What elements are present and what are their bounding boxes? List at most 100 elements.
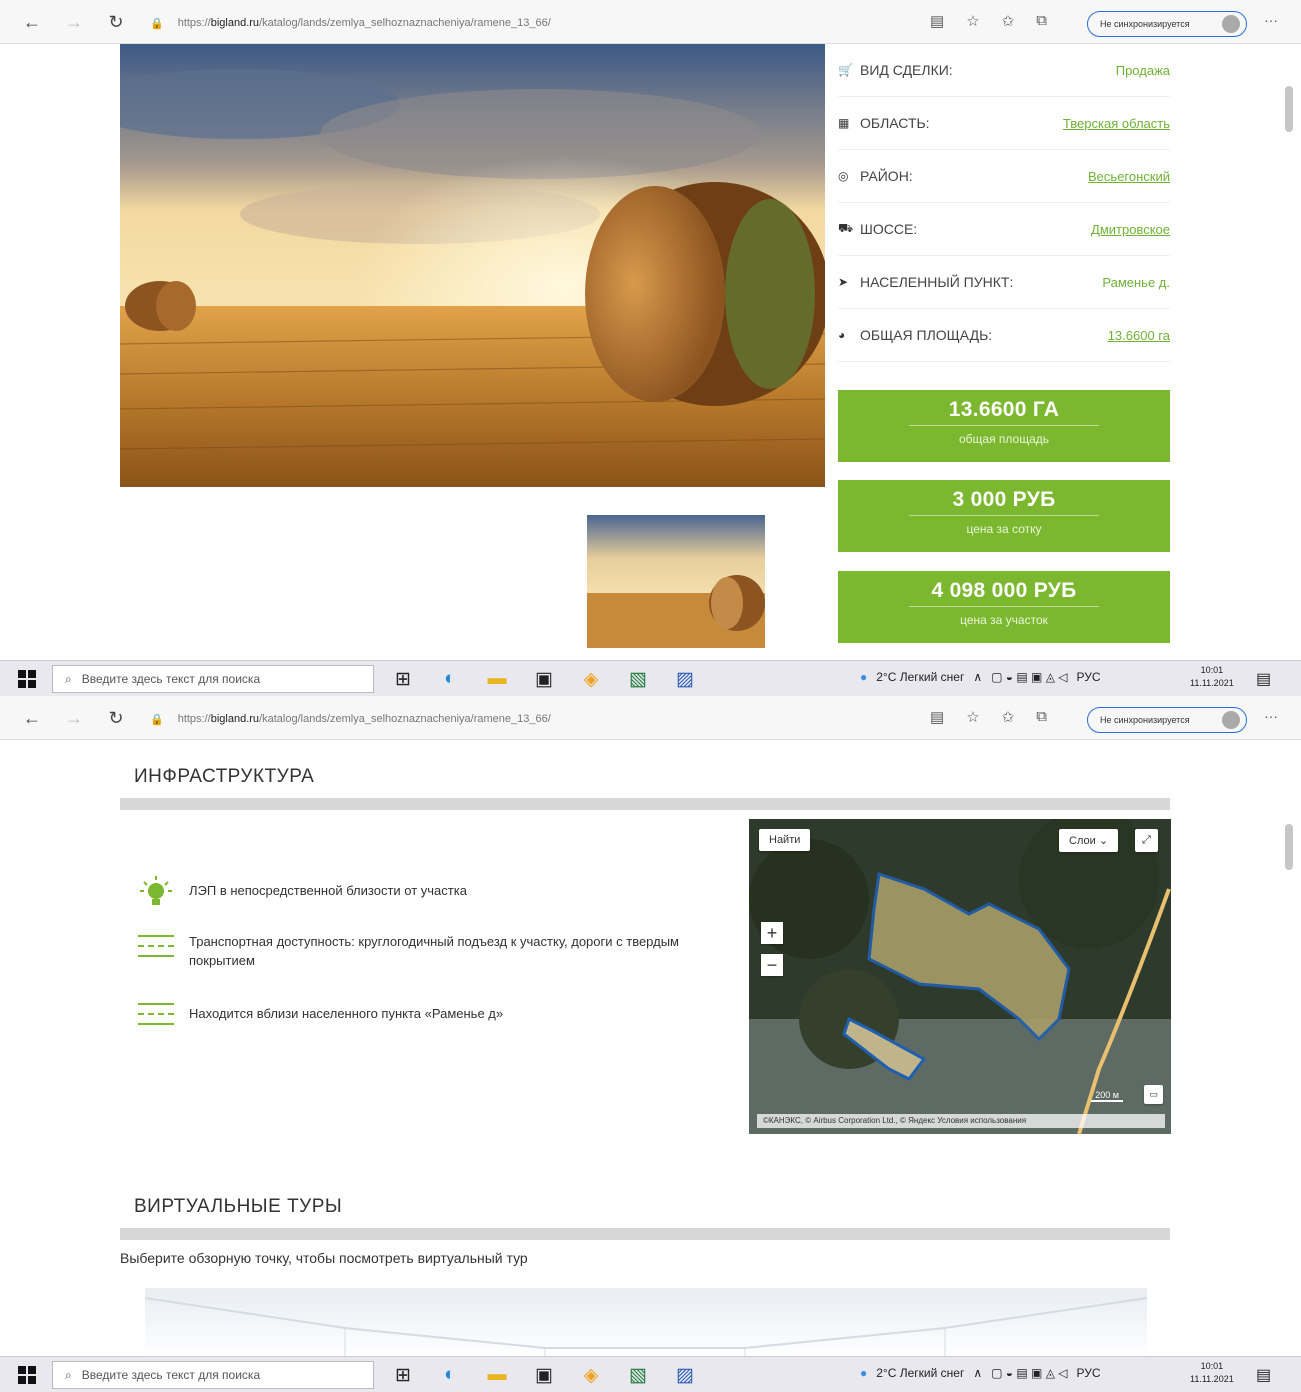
map-imagery[interactable] bbox=[749, 819, 1171, 1134]
refresh-icon[interactable]: ↻ bbox=[102, 704, 130, 732]
map-find-button[interactable]: Найти bbox=[759, 829, 811, 851]
task-view-icon[interactable]: ⊞ bbox=[388, 1361, 418, 1389]
language-indicator[interactable]: РУС bbox=[1077, 670, 1101, 684]
url-path: /katalog/lands/zemlya_selhoznaznacheniya… bbox=[259, 17, 551, 29]
url-domain: bigland.ru bbox=[210, 17, 260, 29]
word-icon[interactable]: ▨ bbox=[670, 1361, 700, 1389]
excel-icon[interactable]: ▧ bbox=[623, 665, 653, 693]
add-favorite-icon[interactable]: ☆ bbox=[966, 708, 979, 726]
collections-icon[interactable]: ⧉ bbox=[1036, 12, 1047, 30]
notification-icon[interactable]: ▤ bbox=[1256, 669, 1271, 689]
property-value[interactable]: Тверская область bbox=[1063, 116, 1170, 131]
url-prefix: https:// bbox=[177, 17, 211, 29]
zoom-out-button[interactable]: − bbox=[761, 954, 783, 976]
property-value[interactable]: Весьегонский bbox=[1088, 169, 1170, 184]
refresh-icon[interactable]: ↻ bbox=[102, 8, 130, 36]
word-icon[interactable]: ▨ bbox=[670, 665, 700, 693]
browser-toolbar-2: ← → ↻ 🔒 https://bigland.ru/katalog/lands… bbox=[0, 696, 1301, 740]
store-icon[interactable]: ▣ bbox=[529, 665, 559, 693]
road-icon bbox=[137, 1000, 175, 1028]
back-icon[interactable]: ← bbox=[18, 8, 46, 36]
address-bar[interactable]: 🔒 https://bigland.ru/katalog/lands/zemly… bbox=[150, 706, 920, 732]
scrollbar[interactable] bbox=[1283, 742, 1295, 1352]
map-layers-button[interactable]: Слои ⌄ bbox=[1059, 829, 1119, 852]
main-photo[interactable] bbox=[120, 44, 825, 487]
notification-icon[interactable]: ▤ bbox=[1256, 1365, 1271, 1385]
clock[interactable]: 10:01 11.11.2021 bbox=[1190, 664, 1234, 690]
fullscreen-icon[interactable]: ⤢ bbox=[1135, 829, 1158, 852]
lightbulb-icon bbox=[137, 874, 175, 910]
task-view-icon[interactable]: ⊞ bbox=[388, 665, 418, 693]
back-icon[interactable]: ← bbox=[18, 704, 46, 732]
map-copyright[interactable]: ©КАНЭКС, © Airbus Corporation Ltd., © Ян… bbox=[757, 1114, 1165, 1128]
scrollbar-thumb[interactable] bbox=[1285, 824, 1293, 870]
weather-text[interactable]: 2°C Легкий снег bbox=[876, 1366, 964, 1380]
language-indicator[interactable]: РУС bbox=[1077, 1366, 1101, 1380]
search-icon: ⌕ bbox=[65, 1367, 72, 1382]
clock[interactable]: 10:01 11.11.2021 bbox=[1190, 1360, 1234, 1386]
taskbar: ⌕ Введите здесь текст для поиска ⊞ ◐ ▬ ▣ … bbox=[0, 1356, 1301, 1392]
virtual-tour-panorama[interactable] bbox=[144, 1288, 1148, 1358]
scrollbar-thumb[interactable] bbox=[1285, 86, 1293, 132]
tray-icons[interactable]: ▢ ◒ ▤ ▣ ◬ ◁ bbox=[991, 1366, 1067, 1380]
property-value: Раменье д. bbox=[1102, 274, 1170, 290]
app-icon[interactable]: ◈ bbox=[576, 1361, 606, 1389]
property-row: ◕ Общая площадь: 13.6600 га bbox=[838, 309, 1170, 362]
property-row: ◎ Район: Весьегонский bbox=[838, 150, 1170, 203]
scrollbar[interactable] bbox=[1283, 46, 1295, 656]
favorites-icon[interactable]: ✩ bbox=[1002, 12, 1015, 30]
lock-icon: 🔒 bbox=[150, 713, 164, 726]
file-explorer-icon[interactable]: ▬ bbox=[482, 1361, 512, 1389]
store-icon[interactable]: ▣ bbox=[529, 1361, 559, 1389]
chevron-up-icon[interactable]: ∧ bbox=[973, 670, 982, 684]
chevron-up-icon[interactable]: ∧ bbox=[973, 1366, 982, 1380]
taskbar-search-input[interactable]: ⌕ Введите здесь текст для поиска bbox=[52, 1361, 374, 1389]
address-bar[interactable]: 🔒 https://bigland.ru/katalog/lands/zemly… bbox=[150, 10, 920, 36]
total-price-value: 4 098 000 РУБ bbox=[931, 579, 1077, 602]
property-label: Район: bbox=[860, 168, 913, 184]
url-path: /katalog/lands/zemlya_selhoznaznacheniya… bbox=[259, 713, 551, 725]
windows-start-icon[interactable] bbox=[18, 1366, 36, 1384]
weather-text[interactable]: 2°C Легкий снег bbox=[876, 670, 964, 684]
more-icon[interactable]: ··· bbox=[1264, 708, 1278, 724]
area-value: 13.6600 ГА bbox=[948, 398, 1060, 421]
property-row: ⛟ Шоссе: Дмитровское bbox=[838, 203, 1170, 256]
photo-thumbnail[interactable] bbox=[587, 515, 765, 648]
location-arrow-icon: ➤ bbox=[838, 275, 849, 289]
add-favorite-icon[interactable]: ☆ bbox=[966, 12, 979, 30]
ruler-icon[interactable]: ▭ bbox=[1144, 1085, 1163, 1104]
forward-icon[interactable]: → bbox=[60, 704, 88, 732]
avatar bbox=[1222, 15, 1240, 33]
more-icon[interactable]: ··· bbox=[1264, 12, 1278, 28]
property-label: Населенный пункт: bbox=[860, 274, 1014, 290]
target-icon: ◎ bbox=[838, 169, 849, 183]
tray-icons[interactable]: ▢ ◒ ▤ ▣ ◬ ◁ bbox=[991, 670, 1067, 684]
price-per-sotka-value: 3 000 РУБ bbox=[952, 488, 1056, 511]
windows-start-icon[interactable] bbox=[18, 670, 36, 688]
property-value[interactable]: Дмитровское bbox=[1091, 222, 1170, 237]
browser-toolbar: ← → ↻ 🔒 https://bigland.ru/katalog/lands… bbox=[0, 0, 1301, 44]
file-explorer-icon[interactable]: ▬ bbox=[482, 665, 512, 693]
taskbar-search-input[interactable]: ⌕ Введите здесь текст для поиска bbox=[52, 665, 374, 693]
app-icon[interactable]: ◈ bbox=[576, 665, 606, 693]
satellite-map[interactable]: Найти Слои ⌄ ⤢ + − 200 м ▭ ©КАНЭКС, © Ai… bbox=[749, 819, 1171, 1134]
reader-icon[interactable]: ▤ bbox=[930, 12, 944, 30]
excel-icon[interactable]: ▧ bbox=[623, 1361, 653, 1389]
edge-icon[interactable]: ◐ bbox=[435, 665, 465, 693]
price-per-sotka-card: 3 000 РУБ цена за сотку bbox=[838, 480, 1170, 552]
total-price-label: цена за участок bbox=[909, 606, 1099, 627]
property-label: Область: bbox=[860, 115, 930, 131]
tours-section: ВИРТУАЛЬНЫЕ ТУРЫ bbox=[120, 1196, 1170, 1240]
collections-icon[interactable]: ⧉ bbox=[1036, 708, 1047, 726]
favorites-icon[interactable]: ✩ bbox=[1002, 708, 1015, 726]
zoom-in-button[interactable]: + bbox=[761, 922, 783, 944]
edge-icon[interactable]: ◐ bbox=[435, 1361, 465, 1389]
reader-icon[interactable]: ▤ bbox=[930, 708, 944, 726]
sync-button[interactable]: Не синхронизируется bbox=[1087, 11, 1247, 37]
sync-button[interactable]: Не синхронизируется bbox=[1087, 707, 1247, 733]
search-icon: ⌕ bbox=[65, 671, 72, 686]
property-value[interactable]: 13.6600 га bbox=[1108, 328, 1170, 343]
cart-icon: 🛒 bbox=[838, 63, 853, 77]
property-row: ➤ Населенный пункт: Раменье д. bbox=[838, 256, 1170, 309]
forward-icon[interactable]: → bbox=[60, 8, 88, 36]
